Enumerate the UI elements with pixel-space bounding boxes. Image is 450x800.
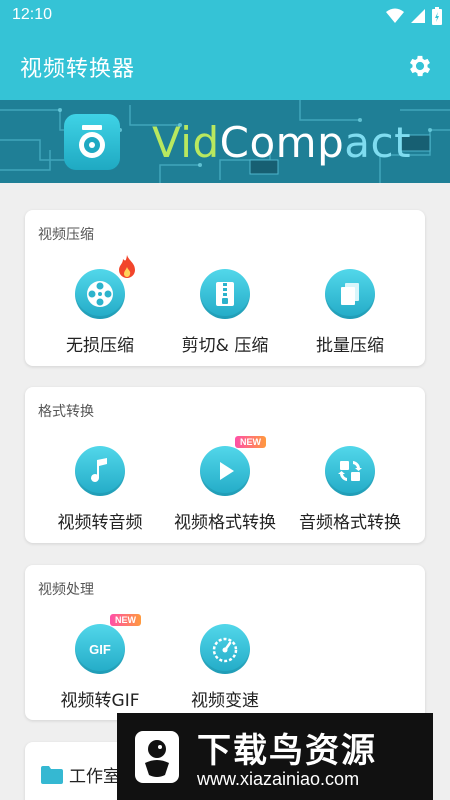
tool-label: 视频变速: [191, 691, 259, 711]
tool-label: 无损压缩: [66, 336, 134, 356]
tool-icon-container: [200, 269, 250, 319]
app-title: 视频转换器: [20, 57, 136, 82]
tool-label: 批量压缩: [316, 336, 384, 356]
watermark-title: 下载鸟资源: [197, 731, 377, 771]
music-note-icon: [91, 458, 107, 482]
banner-brand-text: VidCompact: [152, 118, 411, 167]
play-icon: [220, 462, 234, 480]
convert-arrows-icon: [338, 461, 362, 481]
status-bar: 12:10: [0, 0, 450, 32]
tool-icon-container: [75, 255, 135, 319]
settings-button[interactable]: [404, 50, 436, 82]
watermark-url: www.xiazainiao.com: [197, 769, 360, 789]
brand-part-act: act: [344, 118, 412, 167]
stack-pages-icon: [341, 283, 359, 305]
banner: VidCompact: [0, 100, 450, 183]
battery-icon: [432, 7, 442, 25]
status-time: 12:10: [12, 6, 53, 23]
fire-badge-icon: [117, 255, 137, 283]
tool-icon-container: [325, 446, 375, 496]
watermark-overlay: 下载鸟资源 www.xiazainiao.com: [117, 713, 433, 800]
gear-icon: [409, 55, 431, 77]
tool-icon-container: [75, 446, 125, 496]
gif-icon: GIF: [89, 642, 111, 657]
tool-video-to-audio[interactable]: 视频转音频: [35, 446, 165, 533]
tool-label: 音频格式转换: [299, 513, 401, 533]
bird-logo-icon: [135, 731, 179, 783]
tool-icon-container: GIF NEW: [75, 614, 141, 674]
signal-icon: [411, 9, 425, 23]
tool-video-speed[interactable]: 视频变速: [160, 624, 290, 711]
svg-text:GIF: GIF: [89, 642, 111, 657]
brand-part-vid: Vid: [152, 118, 220, 167]
tool-icon-container: [200, 624, 250, 674]
section-title: 视频压缩: [38, 227, 94, 243]
new-badge: NEW: [110, 614, 141, 626]
workshop-row: 工作室: [41, 762, 120, 787]
camera-compress-icon: [79, 125, 105, 158]
content-area: 视频压缩 无损压缩 剪切& 压缩 批量压缩 格式转换 视频转音频 NEW 视频格…: [0, 183, 450, 800]
section-card-compress: 视频压缩 无损压缩 剪切& 压缩 批量压缩: [25, 210, 425, 366]
section-title: 格式转换: [38, 404, 94, 420]
tool-audio-format-convert[interactable]: 音频格式转换: [285, 446, 415, 533]
app-bar: 视频转换器: [0, 32, 450, 100]
brand-part-comp: Comp: [219, 118, 345, 167]
status-icons: [386, 7, 442, 25]
tool-video-format-convert[interactable]: NEW 视频格式转换: [160, 436, 290, 533]
film-reel-icon: [87, 281, 113, 307]
tool-label: 剪切& 压缩: [181, 336, 269, 356]
folder-icon: [41, 765, 63, 784]
new-badge: NEW: [235, 436, 266, 448]
tool-icon-container: NEW: [200, 436, 266, 496]
tool-video-to-gif[interactable]: GIF NEW 视频转GIF: [35, 614, 165, 711]
tool-lossless-compress[interactable]: 无损压缩: [35, 255, 165, 356]
wifi-icon: [386, 8, 404, 23]
workshop-label: 工作室: [69, 767, 120, 787]
tool-label: 视频转GIF: [60, 691, 140, 711]
tool-batch-compress[interactable]: 批量压缩: [285, 269, 415, 356]
zipper-icon: [216, 282, 234, 306]
tool-cut-compress[interactable]: 剪切& 压缩: [160, 269, 290, 356]
section-card-convert: 格式转换 视频转音频 NEW 视频格式转换 音频格式转换: [25, 387, 425, 543]
tool-label: 视频转音频: [57, 513, 143, 533]
tool-icon-container: [325, 269, 375, 319]
speedometer-icon: [212, 637, 238, 663]
vidcompact-logo: [64, 114, 120, 170]
section-card-process: 视频处理 GIF NEW 视频转GIF 视频变速: [25, 565, 425, 720]
tool-label: 视频格式转换: [174, 513, 276, 533]
section-title: 视频处理: [38, 582, 94, 598]
